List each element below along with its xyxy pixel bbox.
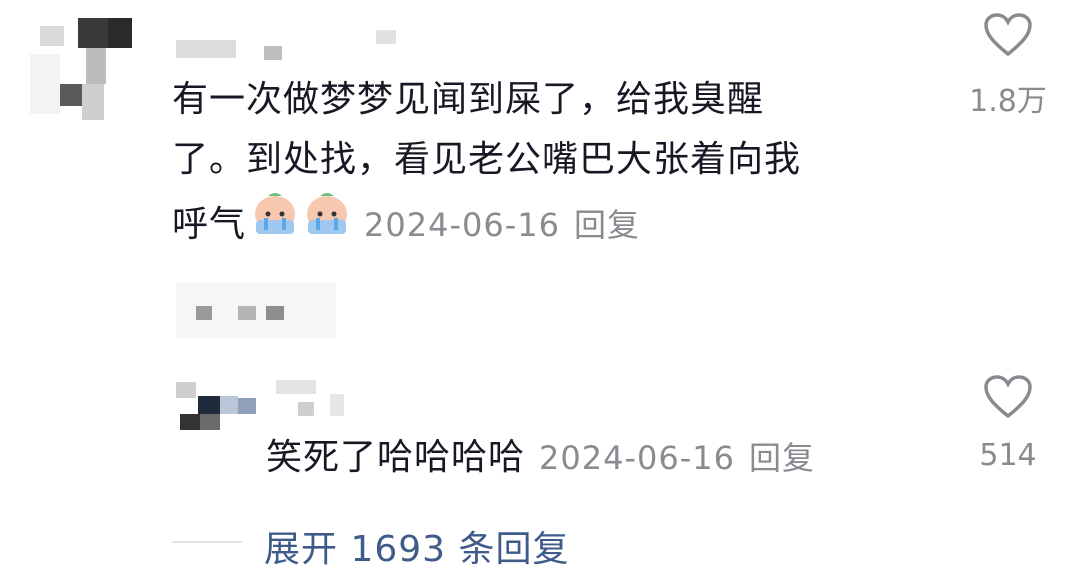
reply-text: 笑死了哈哈哈哈 [266,437,526,478]
heart-icon [984,13,1032,57]
reply-button[interactable]: 回复 [574,195,640,255]
masked-content [176,282,336,338]
like-count: 1.8万 [969,84,1047,119]
reply-like-count: 514 [979,438,1037,473]
expand-replies-button[interactable]: 展开 1693 条回复 [264,520,570,572]
comment-line: 呼气 2024-06-16 回复 [172,190,932,259]
comment-date: 2024-06-16 [364,205,560,244]
expand-divider [172,541,242,543]
reply-avatar[interactable] [176,376,260,438]
reply-username[interactable] [276,380,396,420]
reply-date: 2024-06-16 [539,439,735,477]
like-button[interactable]: 1.8万 [958,12,1058,120]
comment-line: 了。到处找，看见老公嘴巴大张着向我 [172,139,802,180]
reply-text-row: 笑死了哈哈哈哈 2024-06-16 回复 [266,428,946,488]
crying-face-emoji-icon [250,190,354,259]
avatar[interactable] [30,4,134,124]
reply-reply-button[interactable]: 回复 [749,428,815,488]
comment-line-text: 呼气 [172,203,247,245]
heart-icon [984,375,1032,419]
username[interactable] [176,30,416,62]
comment-text: 有一次做梦梦见闻到屎了，给我臭醒 了。到处找，看见老公嘴巴大张着向我 呼气 20… [172,70,932,259]
reply-like-button[interactable]: 514 [958,374,1058,473]
comment-line: 有一次做梦梦见闻到屎了，给我臭醒 [172,79,765,120]
